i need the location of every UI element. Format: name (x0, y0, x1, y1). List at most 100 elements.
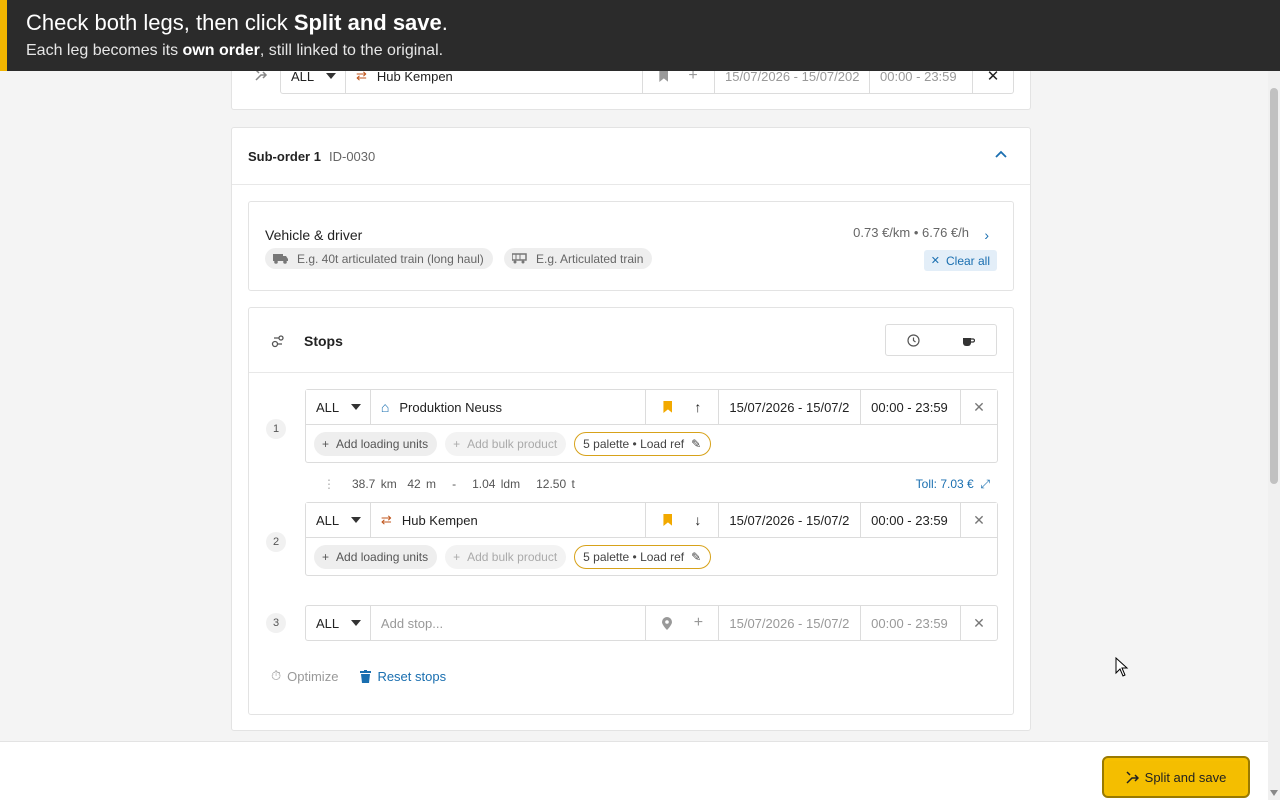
add-bulk-product-button[interactable]: + Add bulk product (445, 544, 567, 569)
map-pin-icon[interactable] (661, 616, 672, 630)
type-select-value: ALL (316, 399, 340, 415)
close-icon: ✕ (930, 255, 940, 267)
reset-stops-button[interactable]: Reset stops (360, 668, 446, 684)
optimize-button[interactable]: ⏱ Optimize (271, 668, 338, 684)
close-icon: ✕ (973, 511, 985, 528)
date-range-field[interactable]: 15/07/2026 - 15/07/2 (719, 503, 862, 537)
split-and-save-inner: Split and save (1107, 761, 1245, 793)
toll-label: Toll: 7.03 € (915, 477, 974, 491)
stop-icons: ↑ (646, 390, 720, 424)
type-select[interactable]: ALL (306, 606, 371, 640)
stop-icons: + (646, 606, 720, 640)
load-info-chip[interactable]: 5 palette • Load ref ✎ (574, 544, 712, 569)
segment-info: ⋮ 38.7 km 42 m - 1.04 ldm 12.50 t Toll: … (305, 471, 998, 497)
location-value: Produktion Neuss (399, 399, 503, 415)
stop-inputs: ALL ⇄ Hub Kempen ↓ 15/07/2026 - 15/07/2 … (306, 503, 997, 538)
banner-line-2: Each leg becomes its own order, still li… (26, 42, 444, 59)
sub-order-id: ID-0030 (329, 149, 376, 164)
sub-order-header[interactable]: Sub-order 1 ID-0030 (232, 128, 1030, 185)
plus-icon: + (453, 549, 461, 564)
time-range-value: 00:00 - 23:59 (871, 512, 948, 528)
add-loading-units-button[interactable]: + Add loading units (314, 431, 438, 456)
location-field[interactable]: ⌂ Produktion Neuss (371, 390, 647, 424)
type-select[interactable]: ALL (306, 390, 371, 424)
stops-view-toggle (885, 324, 997, 356)
plus-icon[interactable]: + (694, 614, 703, 632)
load-info-label: 5 palette • Load ref (583, 549, 685, 564)
trailer-select[interactable]: E.g. Articulated train (504, 248, 653, 269)
remove-stop-button[interactable]: ✕ (961, 390, 997, 424)
truck-icon (273, 254, 288, 264)
stops-title: Stops (304, 333, 343, 349)
stop-number: 1 (266, 419, 286, 439)
trailer-placeholder: E.g. Articulated train (536, 251, 644, 266)
break-view-button[interactable] (941, 325, 996, 355)
date-range-field[interactable]: 15/07/2026 - 15/07/2 (719, 606, 862, 640)
transfer-icon: ⇄ (380, 512, 392, 527)
reset-stops-label: Reset stops (377, 668, 447, 684)
bookmark-icon[interactable] (663, 401, 673, 413)
chevron-right-icon[interactable]: › (984, 227, 989, 243)
type-select-value: ALL (316, 512, 340, 528)
remove-stop-button[interactable]: ✕ (961, 606, 997, 640)
split-icon (1126, 770, 1139, 784)
time-range-field[interactable]: 00:00 - 23:59 (861, 390, 962, 424)
date-range-field[interactable]: 15/07/2026 - 15/07/2 (719, 390, 862, 424)
add-bulk-product-button[interactable]: + Add bulk product (445, 431, 567, 456)
caret-down-icon (351, 620, 362, 626)
instruction-banner: Check both legs, then click Split and sa… (0, 0, 1280, 71)
split-and-save-button[interactable]: Split and save (1102, 756, 1250, 798)
caret-down-icon (351, 404, 362, 410)
time-range-field[interactable]: 00:00 - 23:59 (861, 503, 962, 537)
stops-footer: ⏱ Optimize Reset stops (271, 668, 446, 684)
clear-all-label: Clear all (945, 253, 990, 268)
date-range-value: 15/07/2026 - 15/07/2 (729, 615, 850, 631)
load-info-chip[interactable]: 5 palette • Load ref ✎ (574, 431, 712, 456)
segment-duration: 42 m (407, 477, 437, 491)
sub-order-card: Sub-order 1 ID-0030 Vehicle & driver E.g… (231, 127, 1031, 731)
scroll-down-arrow-icon[interactable] (1270, 790, 1278, 796)
toll-link[interactable]: Toll: 7.03 € ⤢ (916, 477, 990, 492)
rate-text: 0.73 €/km • 6.76 €/h (853, 225, 969, 240)
route-icon (271, 335, 284, 348)
home-icon: ⌂ (380, 399, 390, 415)
vehicle-select[interactable]: E.g. 40t articulated train (long haul) (265, 248, 493, 269)
caret-down-icon (326, 73, 337, 79)
stop-inputs: ALL ⌂ Produktion Neuss ↑ 15/07/2026 - 15… (306, 390, 997, 425)
segment-values: 38.7 km 42 m - 1.04 ldm 12.50 t (352, 477, 575, 491)
add-stop-placeholder: Add stop... (380, 615, 444, 631)
clock-icon (907, 333, 920, 347)
bookmark-icon[interactable] (659, 70, 669, 82)
add-stop-input[interactable]: Add stop... (371, 606, 647, 640)
arrow-up-icon[interactable]: ↑ (694, 399, 701, 415)
add-loading-units-button[interactable]: + Add loading units (314, 544, 438, 569)
chevron-up-icon[interactable] (994, 148, 1008, 162)
add-loading-units-label: Add loading units (336, 436, 429, 451)
vehicle-driver-title: Vehicle & driver (265, 227, 363, 243)
type-select[interactable]: ALL (306, 503, 371, 537)
time-view-button[interactable] (886, 325, 941, 355)
scrollbar-thumb[interactable] (1270, 88, 1278, 484)
stop-icons: ↓ (646, 503, 720, 537)
location-value: Hub Kempen (401, 512, 478, 528)
stop-number: 2 (266, 532, 286, 552)
location-field[interactable]: ⇄ Hub Kempen (371, 503, 647, 537)
stops-header: Stops (249, 308, 1013, 373)
add-bulk-product-label: Add bulk product (467, 549, 558, 564)
segment-separator: - (452, 477, 457, 491)
split-and-save-label: Split and save (1144, 769, 1227, 785)
arrow-down-icon[interactable]: ↓ (694, 512, 701, 528)
page-scrollbar[interactable] (1268, 71, 1280, 800)
clear-all-button[interactable]: ✕ Clear all (923, 250, 997, 271)
type-select-value: ALL (316, 615, 340, 631)
stop-number: 3 (266, 613, 286, 633)
bookmark-icon[interactable] (663, 514, 673, 526)
plus-icon: + (322, 436, 330, 451)
drag-handle-icon[interactable]: ⋮ (323, 477, 335, 491)
stopwatch-icon: ⏱ (271, 668, 282, 683)
stop-card-2: ALL ⇄ Hub Kempen ↓ 15/07/2026 - 15/07/2 … (305, 502, 998, 576)
sub-order-title: Sub-order 1 (248, 149, 321, 164)
remove-stop-button[interactable]: ✕ (961, 503, 997, 537)
time-range-field[interactable]: 00:00 - 23:59 (861, 606, 962, 640)
time-range-value: 00:00 - 23:59 (871, 399, 948, 415)
